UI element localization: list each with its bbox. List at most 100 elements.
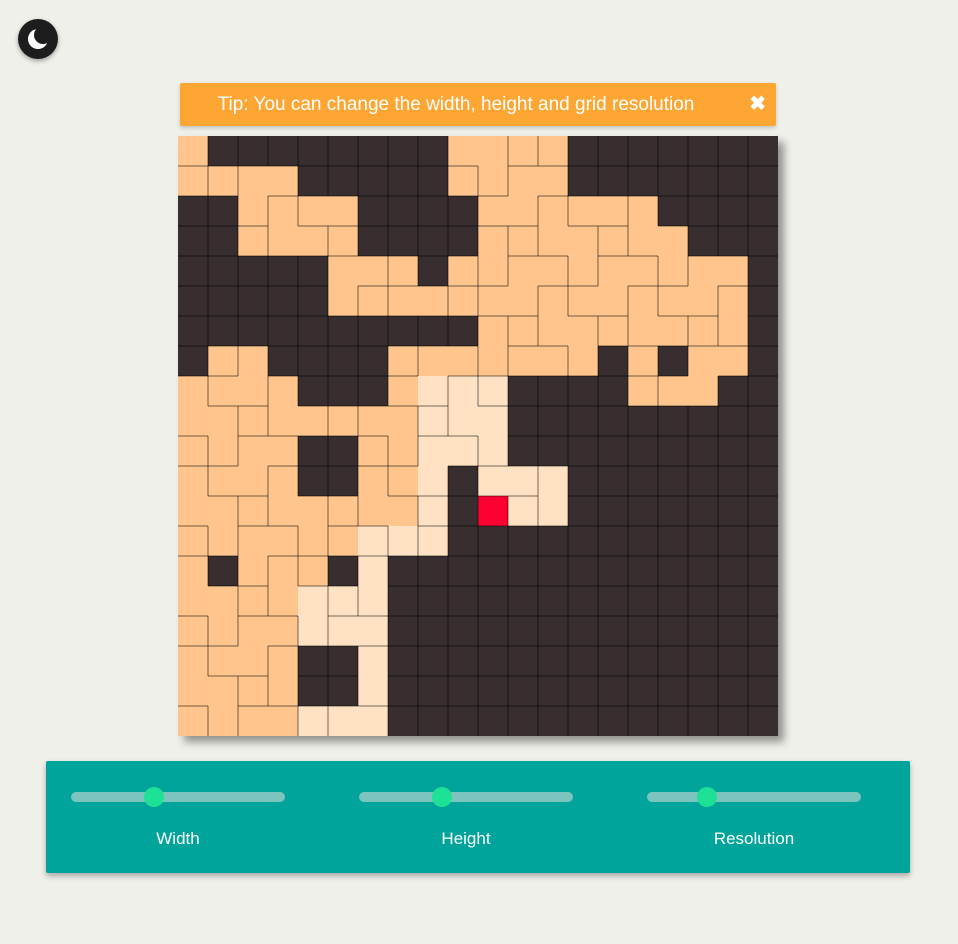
visited-cell[interactable] <box>298 706 328 736</box>
visited-cell[interactable] <box>448 436 478 466</box>
wall-cell[interactable] <box>208 226 238 256</box>
path-cell[interactable] <box>238 436 268 466</box>
wall-cell[interactable] <box>448 526 478 556</box>
path-cell[interactable] <box>328 286 358 316</box>
wall-cell[interactable] <box>748 286 778 316</box>
path-cell[interactable] <box>328 226 358 256</box>
path-cell[interactable] <box>238 466 268 496</box>
wall-cell[interactable] <box>748 226 778 256</box>
path-cell[interactable] <box>178 646 208 676</box>
wall-cell[interactable] <box>268 316 298 346</box>
path-cell[interactable] <box>328 496 358 526</box>
wall-cell[interactable] <box>628 496 658 526</box>
wall-cell[interactable] <box>478 556 508 586</box>
width-slider-thumb[interactable] <box>144 787 165 807</box>
wall-cell[interactable] <box>328 556 358 586</box>
wall-cell[interactable] <box>178 286 208 316</box>
path-cell[interactable] <box>388 376 418 406</box>
wall-cell[interactable] <box>658 526 688 556</box>
wall-cell[interactable] <box>418 226 448 256</box>
path-cell[interactable] <box>448 286 478 316</box>
wall-cell[interactable] <box>448 556 478 586</box>
wall-cell[interactable] <box>598 526 628 556</box>
path-cell[interactable] <box>208 676 238 706</box>
wall-cell[interactable] <box>358 226 388 256</box>
wall-cell[interactable] <box>298 256 328 286</box>
wall-cell[interactable] <box>388 676 418 706</box>
wall-cell[interactable] <box>748 316 778 346</box>
wall-cell[interactable] <box>598 676 628 706</box>
wall-cell[interactable] <box>538 706 568 736</box>
path-cell[interactable] <box>178 436 208 466</box>
wall-cell[interactable] <box>718 166 748 196</box>
wall-cell[interactable] <box>298 466 328 496</box>
wall-cell[interactable] <box>448 466 478 496</box>
path-cell[interactable] <box>568 256 598 286</box>
path-cell[interactable] <box>178 616 208 646</box>
wall-cell[interactable] <box>658 556 688 586</box>
visited-cell[interactable] <box>328 706 358 736</box>
path-cell[interactable] <box>448 346 478 376</box>
visited-cell[interactable] <box>418 406 448 436</box>
wall-cell[interactable] <box>658 406 688 436</box>
path-cell[interactable] <box>388 496 418 526</box>
visited-cell[interactable] <box>418 526 448 556</box>
path-cell[interactable] <box>358 286 388 316</box>
wall-cell[interactable] <box>748 406 778 436</box>
wall-cell[interactable] <box>628 556 658 586</box>
wall-cell[interactable] <box>568 676 598 706</box>
path-cell[interactable] <box>658 316 688 346</box>
path-cell[interactable] <box>238 586 268 616</box>
path-cell[interactable] <box>298 556 328 586</box>
path-cell[interactable] <box>238 616 268 646</box>
wall-cell[interactable] <box>208 316 238 346</box>
wall-cell[interactable] <box>388 586 418 616</box>
path-cell[interactable] <box>508 256 538 286</box>
path-cell[interactable] <box>388 346 418 376</box>
wall-cell[interactable] <box>718 706 748 736</box>
wall-cell[interactable] <box>448 646 478 676</box>
wall-cell[interactable] <box>538 376 568 406</box>
wall-cell[interactable] <box>748 586 778 616</box>
path-cell[interactable] <box>538 256 568 286</box>
wall-cell[interactable] <box>448 676 478 706</box>
visited-cell[interactable] <box>358 586 388 616</box>
wall-cell[interactable] <box>718 646 748 676</box>
path-cell[interactable] <box>268 586 298 616</box>
path-cell[interactable] <box>718 286 748 316</box>
path-cell[interactable] <box>508 346 538 376</box>
wall-cell[interactable] <box>718 676 748 706</box>
path-cell[interactable] <box>598 196 628 226</box>
wall-cell[interactable] <box>718 556 748 586</box>
path-cell[interactable] <box>508 316 538 346</box>
visited-cell[interactable] <box>538 496 568 526</box>
path-cell[interactable] <box>418 286 448 316</box>
wall-cell[interactable] <box>598 706 628 736</box>
wall-cell[interactable] <box>748 166 778 196</box>
wall-cell[interactable] <box>598 166 628 196</box>
wall-cell[interactable] <box>568 706 598 736</box>
wall-cell[interactable] <box>658 676 688 706</box>
wall-cell[interactable] <box>718 496 748 526</box>
wall-cell[interactable] <box>508 646 538 676</box>
wall-cell[interactable] <box>298 676 328 706</box>
wall-cell[interactable] <box>238 316 268 346</box>
wall-cell[interactable] <box>448 586 478 616</box>
wall-cell[interactable] <box>598 436 628 466</box>
path-cell[interactable] <box>718 316 748 346</box>
path-cell[interactable] <box>268 376 298 406</box>
wall-cell[interactable] <box>268 136 298 166</box>
wall-cell[interactable] <box>178 196 208 226</box>
wall-cell[interactable] <box>598 346 628 376</box>
wall-cell[interactable] <box>658 136 688 166</box>
path-cell[interactable] <box>598 226 628 256</box>
wall-cell[interactable] <box>688 466 718 496</box>
path-cell[interactable] <box>718 346 748 376</box>
wall-cell[interactable] <box>568 376 598 406</box>
path-cell[interactable] <box>568 346 598 376</box>
wall-cell[interactable] <box>358 316 388 346</box>
path-cell[interactable] <box>268 616 298 646</box>
wall-cell[interactable] <box>598 646 628 676</box>
wall-cell[interactable] <box>478 646 508 676</box>
path-cell[interactable] <box>628 256 658 286</box>
